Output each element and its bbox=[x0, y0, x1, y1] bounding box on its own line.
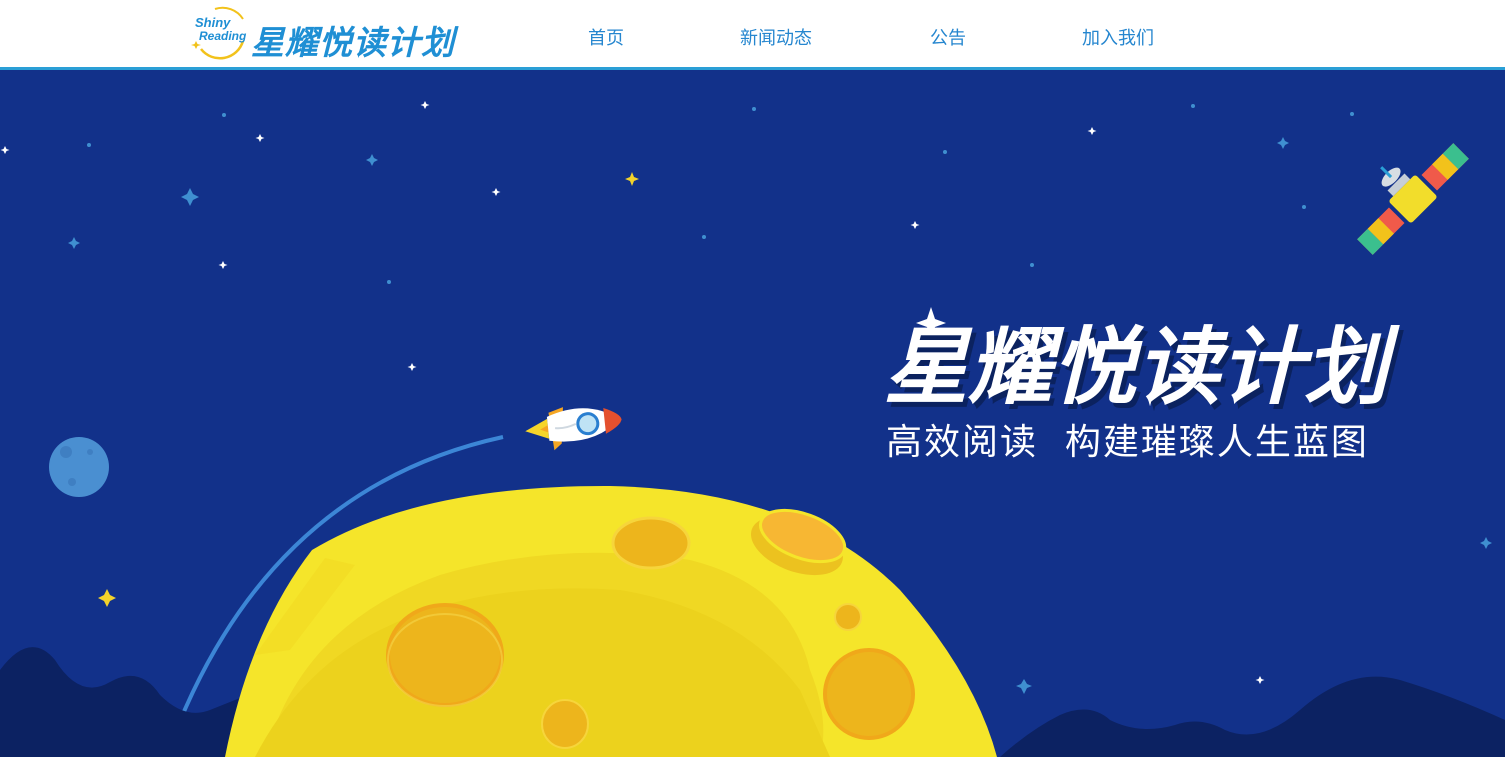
nav-item-join-us[interactable]: 加入我们 bbox=[1082, 24, 1154, 50]
hero-title: 星耀悦读计划 bbox=[884, 318, 1389, 416]
small-planet bbox=[49, 437, 109, 497]
logo-en-line1: Shiny bbox=[195, 15, 231, 30]
nav-item-news[interactable]: 新闻动态 bbox=[740, 24, 812, 50]
shiny-reading-logo-mark: Shiny Reading bbox=[191, 6, 247, 60]
hero-banner: 星耀悦读计划 高效阅读 构建璀璨人生蓝图 bbox=[0, 70, 1505, 757]
nav-item-announcements[interactable]: 公告 bbox=[930, 24, 966, 50]
top-header: Shiny Reading 星耀悦读计划 首页 新闻动态 公告 加入我们 bbox=[0, 0, 1505, 70]
nav-item-home[interactable]: 首页 bbox=[588, 24, 624, 50]
logo-en-line2: Reading bbox=[199, 29, 247, 43]
site-logo[interactable]: Shiny Reading 星耀悦读计划 bbox=[191, 5, 471, 63]
hero-subtitle: 高效阅读 构建璀璨人生蓝图 bbox=[886, 422, 1369, 463]
logo-title: 星耀悦读计划 bbox=[251, 23, 455, 62]
